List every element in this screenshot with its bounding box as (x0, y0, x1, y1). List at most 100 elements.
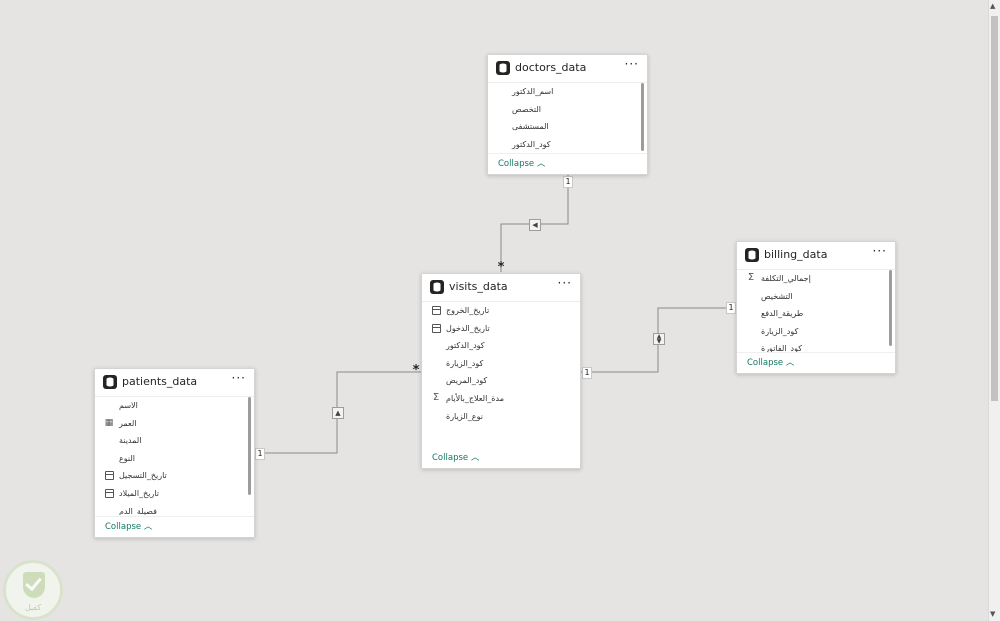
field-label: كود_المريض (446, 376, 488, 386)
field-icon-blank (746, 343, 756, 352)
field-list-scrollbar[interactable] (641, 83, 644, 151)
field-label: تاريخ_التسجيل (119, 471, 167, 481)
table-header[interactable]: visits_data ··· (422, 274, 580, 302)
chevron-up-icon: ︿ (141, 522, 153, 532)
field-label: إجمالي_التكلفة (761, 274, 811, 283)
field-label: تاريخ_الخروج (446, 306, 490, 315)
field-label: فصيلة_الدم (119, 506, 157, 515)
watermark-logo: كفيل (3, 560, 63, 620)
table-title: visits_data (449, 280, 508, 293)
field-row[interactable]: الاسم (95, 397, 254, 415)
field-row[interactable]: كود_المريض (422, 372, 580, 390)
field-row[interactable]: النوع (95, 450, 254, 468)
more-options-icon[interactable]: ··· (873, 244, 887, 258)
field-row[interactable]: ▦ العمر (95, 415, 254, 433)
field-icon-blank (497, 121, 507, 131)
filter-direction-icon[interactable]: ▲ (332, 407, 344, 419)
field-row[interactable]: كود_الدكتور (422, 337, 580, 355)
field-row[interactable]: المستشفى (488, 118, 647, 136)
field-label: طريقة_الدفع (761, 309, 804, 319)
scrollbar-thumb[interactable] (991, 16, 998, 401)
collapse-button[interactable]: Collapse ︿ (105, 520, 152, 532)
filter-direction-icon[interactable]: ◀ (529, 219, 541, 231)
table-card-patients[interactable]: patients_data ··· الاسم ▦ العمر المدينة النو… (94, 368, 255, 538)
field-label: كود_الزيارة (761, 326, 799, 336)
more-options-icon[interactable]: ··· (625, 57, 639, 71)
field-label: المدينة (119, 436, 142, 446)
field-label: النوع (119, 453, 135, 463)
table-card-doctors[interactable]: doctors_data ··· اسم_الدكتور التخصص المستش… (487, 54, 648, 175)
field-icon-blank (431, 358, 441, 368)
collapse-button[interactable]: Collapse ︿ (747, 356, 794, 368)
relationship-one-marker: 1 (726, 302, 736, 314)
field-list-scrollbar[interactable] (248, 397, 251, 495)
canvas-vertical-scrollbar[interactable]: ▲ ▼ (988, 0, 1000, 621)
relationship-one-marker: 1 (255, 448, 265, 460)
table-header[interactable]: doctors_data ··· (488, 55, 647, 83)
field-row[interactable]: كود_الزيارة (737, 323, 895, 341)
table-header[interactable]: patients_data ··· (95, 369, 254, 397)
field-list[interactable]: اسم_الدكتور التخصص المستشفى كود_الدكتور (488, 83, 647, 153)
bidirectional-filter-icon[interactable]: ▲ ▼ (653, 333, 665, 345)
table-icon (745, 248, 759, 262)
field-list[interactable]: الاسم ▦ العمر المدينة النوع تاريخ_التسجيل تاري… (95, 397, 254, 515)
field-list-scrollbar[interactable] (889, 270, 892, 346)
shield-check-icon (23, 572, 45, 598)
field-label: نوع_الزيارة (446, 411, 483, 421)
chevron-up-icon: ︿ (468, 453, 480, 463)
sum-icon: Σ (747, 272, 755, 283)
calendar-icon (432, 323, 441, 333)
field-list[interactable]: تاريخ_الخروج تاريخ_الدخول كود_الدكتور كود_ا… (422, 302, 580, 432)
field-row[interactable]: نوع_الزيارة (422, 408, 580, 426)
field-row[interactable]: طريقة_الدفع (737, 305, 895, 323)
scroll-up-icon[interactable]: ▲ (990, 2, 995, 10)
table-title: patients_data (122, 375, 198, 388)
field-row[interactable]: تاريخ_الدخول (422, 320, 580, 338)
field-icon-blank (104, 435, 114, 445)
field-row[interactable]: كود_الدكتور (488, 136, 647, 153)
relationship-many-marker: * (497, 260, 505, 275)
field-row[interactable]: كود_الفاتورة (737, 340, 895, 352)
table-card-visits[interactable]: visits_data ··· تاريخ_الخروج تاريخ_الدخول… (421, 273, 581, 469)
field-row[interactable]: التخصص (488, 101, 647, 119)
table-icon (103, 375, 117, 389)
chevron-up-icon: ︿ (783, 358, 795, 368)
table-title: doctors_data (515, 61, 587, 74)
more-options-icon[interactable]: ··· (232, 371, 246, 385)
collapse-button[interactable]: Collapse ︿ (432, 451, 479, 463)
table-icon (496, 61, 510, 75)
field-label: كود_الزيارة (446, 358, 484, 368)
field-row[interactable]: كود_الزيارة (422, 355, 580, 373)
field-row[interactable]: تاريخ_الخروج (422, 302, 580, 320)
field-row[interactable]: Σ إجمالي_التكلفة (737, 270, 895, 288)
field-row[interactable]: اسم_الدكتور (488, 83, 647, 101)
field-icon-blank (746, 291, 756, 301)
field-row[interactable]: التشخيص (737, 288, 895, 306)
field-icon-blank (104, 400, 114, 410)
relationship-many-marker: * (412, 363, 420, 378)
field-label: كود_الدكتور (446, 341, 485, 351)
field-row[interactable]: تاريخ_التسجيل (95, 467, 254, 485)
table-header[interactable]: billing_data ··· (737, 242, 895, 270)
field-icon-blank (104, 453, 114, 463)
field-icon-blank (431, 411, 441, 421)
collapse-button[interactable]: Collapse ︿ (498, 157, 545, 169)
field-icon-blank (497, 86, 507, 96)
relationship-one-marker: 1 (563, 176, 573, 188)
model-canvas[interactable]: 1 ◀ * 1 ▲ ▼ 1 1 ▲ * doctors_data ··· اسم_… (0, 0, 988, 621)
field-row[interactable]: تاريخ_الميلاد (95, 485, 254, 503)
more-options-icon[interactable]: ··· (558, 276, 572, 290)
field-row[interactable]: فصيلة_الدم (95, 503, 254, 515)
field-row[interactable]: المدينة (95, 432, 254, 450)
calendar-icon (432, 306, 441, 315)
field-icon-blank (431, 340, 441, 350)
field-list[interactable]: Σ إجمالي_التكلفة التشخيص طريقة_الدفع كود_الز… (737, 270, 895, 353)
field-row[interactable]: Σ مدة_العلاج_بالأيام (422, 390, 580, 408)
scroll-down-icon[interactable]: ▼ (990, 610, 995, 618)
field-label: التشخيص (761, 291, 793, 301)
field-label: مدة_العلاج_بالأيام (446, 393, 504, 403)
field-label: تاريخ_الدخول (446, 323, 490, 333)
table-title: billing_data (764, 248, 828, 261)
table-card-billing[interactable]: billing_data ··· Σ إجمالي_التكلفة التشخيص ط… (736, 241, 896, 374)
table-icon (430, 280, 444, 294)
